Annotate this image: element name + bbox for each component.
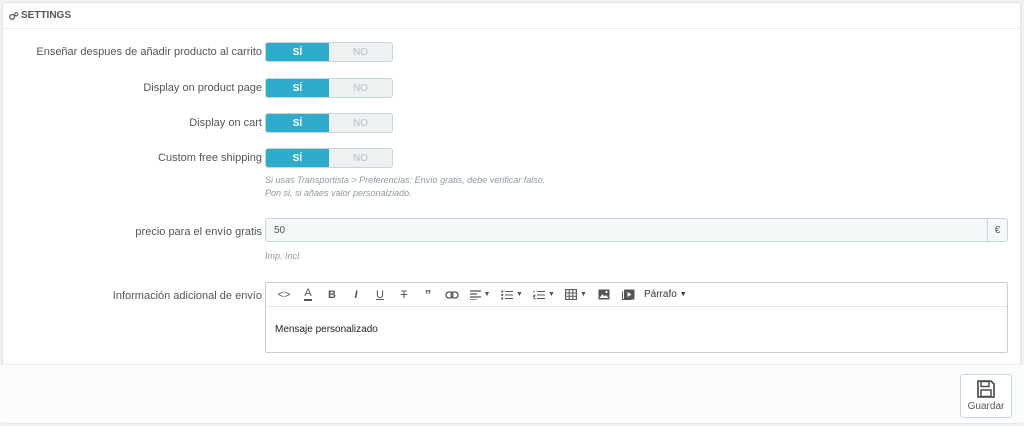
field-label: Enseñar despues de añadir producto al ca…	[36, 46, 262, 58]
italic-icon[interactable]: I	[344, 285, 368, 305]
table-icon[interactable]: ▼	[560, 285, 592, 305]
toggle-yes[interactable]: SÍ	[266, 43, 329, 61]
blockquote-icon[interactable]: ”	[416, 285, 440, 305]
editor-label: Información adicional de envío	[112, 290, 262, 302]
format-dropdown-label: Párrafo	[644, 289, 677, 300]
toggle-yes[interactable]: SÍ	[266, 79, 329, 97]
editor-toolbar: <> A B I U T ” ▼ ▼ ▼ ▼ Párrafo ▼	[266, 283, 1007, 307]
align-left-icon[interactable]: ▼	[464, 285, 496, 305]
toggle-no[interactable]: NO	[329, 149, 392, 167]
save-label: Guardar	[967, 401, 1005, 412]
panel-heading: SETTINGS	[3, 3, 1020, 29]
format-dropdown[interactable]: Párrafo ▼	[640, 285, 691, 305]
panel-footer	[0, 364, 1024, 422]
text-color-icon[interactable]: A	[296, 285, 320, 305]
shipping-info-editor: <> A B I U T ” ▼ ▼ ▼ ▼ Párrafo▼ Mensaje	[265, 282, 1008, 353]
toggle-no[interactable]: NO	[329, 114, 392, 132]
field-label: Display on cart	[189, 117, 262, 129]
currency-addon: €	[987, 219, 1007, 241]
strikethrough-icon[interactable]: T	[392, 285, 416, 305]
free-shipping-help: Si usas Transportista > Preferencias: En…	[265, 174, 545, 200]
save-icon	[977, 380, 995, 398]
toggle-no[interactable]: NO	[329, 43, 392, 61]
panel-title: SETTINGS	[21, 10, 72, 21]
toggle-yes[interactable]: SÍ	[266, 149, 329, 167]
bullet-list-icon[interactable]: ▼	[496, 285, 528, 305]
code-icon[interactable]: <>	[272, 285, 296, 305]
field-label: Display on product page	[143, 82, 262, 94]
toggle-no[interactable]: NO	[329, 79, 392, 97]
link-icon[interactable]	[440, 285, 464, 305]
underline-icon[interactable]: U	[368, 285, 392, 305]
price-input[interactable]	[266, 219, 987, 241]
toggle-add-to-cart[interactable]: SÍ NO	[265, 42, 393, 62]
toggle-cart[interactable]: SÍ NO	[265, 113, 393, 133]
field-label: Custom free shipping	[158, 152, 262, 164]
price-help: Imp. Incl.	[265, 251, 302, 261]
help-line: Si usas Transportista > Preferencias: En…	[265, 175, 546, 185]
video-icon[interactable]	[616, 285, 640, 305]
toggle-yes[interactable]: SÍ	[266, 114, 329, 132]
cogs-icon	[9, 11, 19, 21]
price-input-group: €	[265, 218, 1008, 242]
toggle-free-shipping[interactable]: SÍ NO	[265, 148, 393, 168]
toggle-product-page[interactable]: SÍ NO	[265, 78, 393, 98]
save-button[interactable]: Guardar	[960, 374, 1012, 418]
price-label: precio para el envío gratis	[135, 226, 262, 238]
bold-icon[interactable]: B	[320, 285, 344, 305]
editor-content[interactable]: Mensaje personalizado	[266, 307, 1007, 352]
settings-panel: SETTINGS	[2, 2, 1021, 424]
help-line: Pon si, si añaes valor personalziado.	[265, 188, 412, 198]
numbered-list-icon[interactable]: ▼	[528, 285, 560, 305]
image-icon[interactable]	[592, 285, 616, 305]
